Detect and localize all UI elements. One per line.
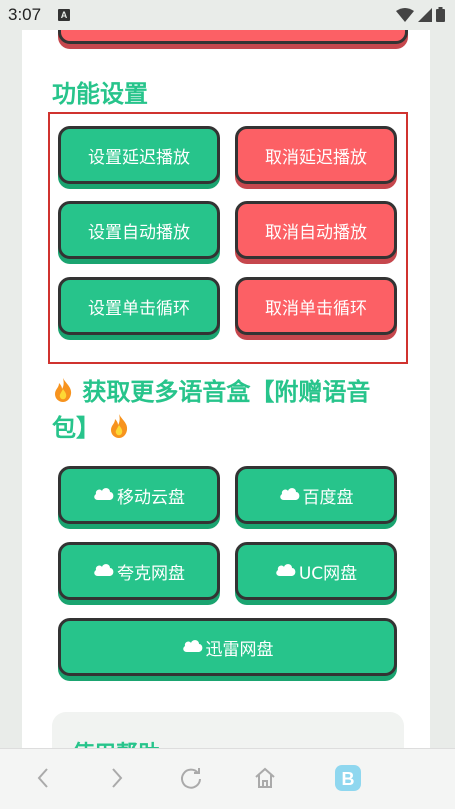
settings-section-title: 功能设置 [52,80,148,108]
forward-button[interactable] [102,763,132,793]
set-delay-play-button[interactable]: 设置延迟播放 [58,126,220,184]
page-content: 功能设置 设置延迟播放 取消延迟播放 设置自动播放 取消自动播放 设置单击循环 … [22,30,430,748]
baidu-drive-label: 百度盘 [302,487,354,508]
quark-drive-label: 夸克网盘 [117,563,185,584]
xunlei-drive-label: 迅雷网盘 [205,639,274,660]
cloud-icon [182,637,204,657]
xunlei-drive-button[interactable]: 迅雷网盘 [58,618,397,676]
fire-icon [108,414,130,442]
baidu-drive-button[interactable]: 百度盘 [235,466,397,524]
battery-icon [436,7,445,22]
cloud-icon [93,485,115,505]
forward-icon [112,768,123,788]
partial-top-button[interactable] [58,30,408,44]
help-title: 使用帮助 [72,736,160,748]
system-icons [396,7,445,22]
browser-logo-icon: B [335,765,361,791]
refresh-icon [181,768,201,789]
help-card: 使用帮助 [52,712,404,748]
set-auto-play-button[interactable]: 设置自动播放 [58,201,220,259]
home-button[interactable] [250,763,280,793]
signal-icon [418,7,432,22]
wifi-icon [396,7,414,22]
quark-drive-button[interactable]: 夸克网盘 [58,542,220,600]
cancel-delay-play-button[interactable]: 取消延迟播放 [235,126,397,184]
cloud-icon [275,561,297,581]
cancel-click-loop-button[interactable]: 取消单击循环 [235,277,397,335]
home-icon [255,767,275,788]
notification-a-icon: A [58,9,70,21]
set-click-loop-button[interactable]: 设置单击循环 [58,277,220,335]
more-title-line1: 获取更多语音盒【附赠语音 [82,378,371,406]
back-button[interactable] [28,763,58,793]
mobile-cloud-button[interactable]: 移动云盘 [58,466,220,524]
more-voice-title: 获取更多语音盒【附赠语音 包】 [52,374,402,446]
cloud-icon [93,561,115,581]
svg-text:B: B [342,769,355,789]
uc-drive-label: UC网盘 [298,563,358,584]
refresh-button[interactable] [176,763,206,793]
fire-icon [52,378,82,406]
uc-drive-button[interactable]: UC网盘 [235,542,397,600]
cancel-auto-play-button[interactable]: 取消自动播放 [235,201,397,259]
mobile-cloud-label: 移动云盘 [117,487,185,508]
status-time: 3:07 [8,5,42,24]
back-icon [37,768,48,788]
browser-bottom-bar: B [0,748,455,809]
cloud-icon [279,485,301,505]
status-bar: 3:07 A [0,0,455,30]
more-title-line2: 包】 [52,414,100,442]
browser-logo-button[interactable]: B [330,763,366,793]
